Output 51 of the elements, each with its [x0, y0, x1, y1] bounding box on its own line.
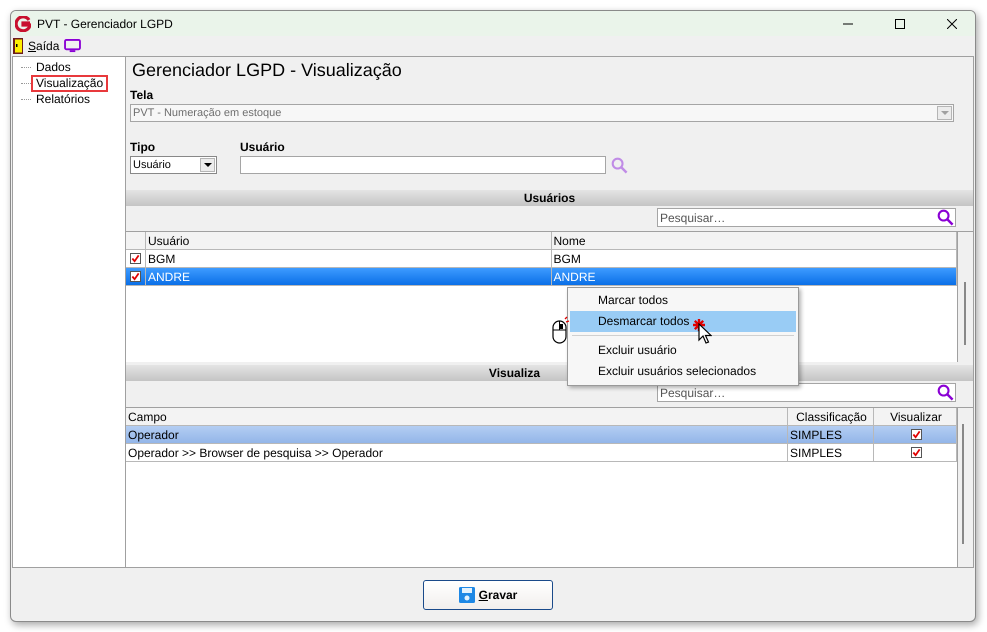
monitor-icon[interactable]	[64, 39, 82, 53]
column-header[interactable]: Nome	[552, 232, 957, 249]
menu-item[interactable]: Excluir usuários selecionados	[570, 361, 796, 382]
column-header[interactable]: Campo	[126, 408, 788, 425]
page-heading: Gerenciador LGPD - Visualização	[132, 59, 403, 82]
table-cell: BGM	[146, 250, 552, 267]
table-cell: ANDRE	[552, 268, 957, 285]
search-icon[interactable]	[937, 384, 954, 401]
checkbox[interactable]	[910, 429, 922, 440]
table-cell: Operador	[126, 426, 788, 443]
section-title: Visualiza	[488, 366, 540, 380]
door-icon[interactable]	[13, 38, 23, 54]
checkbox[interactable]	[130, 271, 141, 282]
menu-item[interactable]: Excluir usuário	[570, 340, 796, 361]
close-icon[interactable]	[947, 18, 957, 28]
field-label: Tipo	[130, 140, 156, 156]
scrollbar-thumb[interactable]	[962, 424, 964, 544]
user-input-field[interactable]	[240, 156, 606, 174]
window-title: PVT - Gerenciador LGPD	[37, 16, 173, 30]
click-marker-icon	[693, 319, 705, 331]
table-row[interactable]: Operador >> Browser de pesquisa >> Operador SIMPLES	[126, 444, 957, 462]
table-cell: SIMPLES	[788, 426, 874, 443]
search-field[interactable]: Pesquisar…	[657, 208, 956, 227]
column-header[interactable]: Usuário	[146, 232, 552, 249]
table-cell: ANDRE	[146, 268, 552, 285]
field-label: Tela	[130, 88, 154, 104]
field-label: Usuário	[240, 140, 286, 156]
menu-item[interactable]: Desmarcar todos	[570, 311, 796, 332]
table-row[interactable]: ANDRE ANDRE	[126, 268, 957, 286]
checkbox[interactable]	[910, 447, 922, 458]
type-dropdown[interactable]: Usuário	[130, 156, 217, 174]
menu-item[interactable]: Marcar todos	[570, 290, 796, 311]
save-button[interactable]: Gravar	[423, 580, 553, 610]
scrollbar-thumb[interactable]	[964, 282, 966, 345]
section-title: Usuários	[524, 191, 576, 205]
cursor-icon	[698, 323, 712, 345]
table-row[interactable]: Operador SIMPLES	[126, 426, 957, 444]
table-cell: SIMPLES	[788, 444, 874, 461]
tree-item[interactable]: Relatórios	[31, 90, 96, 108]
exit-menu-item[interactable]: Saída	[28, 39, 60, 53]
maximize-icon[interactable]	[895, 18, 905, 28]
search-field[interactable]: Pesquisar…	[657, 383, 956, 402]
table-cell: BGM	[552, 250, 957, 267]
search-icon[interactable]	[937, 209, 954, 226]
column-header[interactable]: Classificação	[788, 408, 874, 425]
checkbox[interactable]	[130, 253, 141, 264]
table-cell: Operador >> Browser de pesquisa >> Operador	[126, 444, 788, 461]
column-header[interactable]: Visualizar	[874, 408, 957, 425]
logo-icon	[15, 16, 31, 32]
tree-item[interactable]: Dados	[31, 58, 76, 76]
tree-item[interactable]: Visualização	[31, 74, 108, 92]
